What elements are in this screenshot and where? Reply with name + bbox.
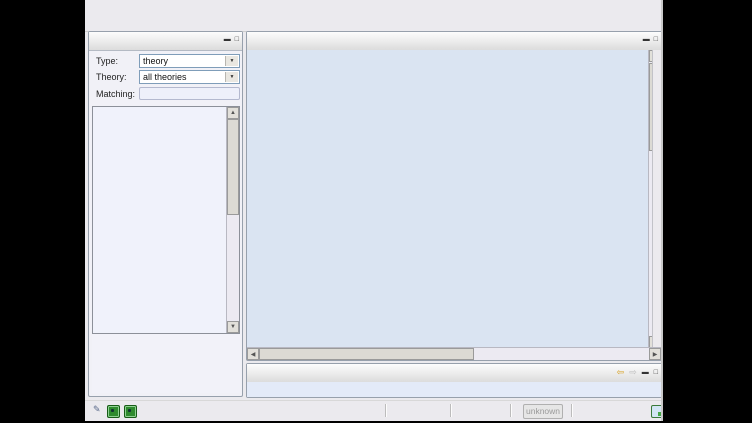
pen-icon: ✎: [93, 404, 101, 415]
editor-view: ▬ □ ▲ ▼ ◀ ▶: [246, 31, 662, 361]
type-label: Type:: [96, 56, 118, 66]
chevron-down-icon[interactable]: ▼: [225, 72, 238, 82]
editor-tab-row: [247, 32, 661, 51]
status-bar: ✎ unknown: [85, 400, 661, 421]
statusbar-divider: [385, 404, 386, 417]
forward-arrow-icon: ⇨: [629, 367, 637, 378]
maximize-icon[interactable]: □: [654, 36, 658, 43]
statusbar-divider: [571, 404, 572, 417]
statusbar-divider: [450, 404, 451, 417]
eclipse-proof-general-window: ▬ □ Type: theory ▼ Theory: all theories …: [85, 0, 663, 421]
sidebar-tab-row: [89, 32, 242, 51]
minimize-icon[interactable]: ▬: [224, 36, 231, 43]
scrollbar-thumb[interactable]: [259, 348, 474, 360]
theory-dropdown[interactable]: all theories ▼: [139, 70, 240, 84]
overview-ruler: [652, 50, 661, 348]
scroll-up-icon[interactable]: ▲: [227, 107, 239, 119]
menu-bar: [85, 0, 661, 14]
main-toolbar: [85, 14, 661, 32]
console-icon[interactable]: [651, 405, 663, 418]
scrollbar-thumb[interactable]: [227, 119, 239, 215]
theory-listbox[interactable]: ▲ ▼: [92, 106, 240, 334]
scroll-down-icon[interactable]: ▼: [227, 321, 239, 333]
prover-output-content: [247, 382, 661, 397]
proof-objects-view: ▬ □ Type: theory ▼ Theory: all theories …: [88, 31, 243, 397]
editor-area[interactable]: ▲ ▼: [247, 50, 661, 348]
statusbar-divider: [510, 404, 511, 417]
theory-label: Theory:: [96, 72, 127, 82]
sidebar-empty-area: [92, 334, 240, 393]
chevron-down-icon[interactable]: ▼: [225, 56, 238, 66]
prover-view-buttons: ⇦ ⇨ ▬ □: [617, 367, 658, 378]
maximize-icon[interactable]: □: [654, 369, 658, 376]
list-scrollbar[interactable]: ▲ ▼: [226, 107, 239, 333]
type-dropdown[interactable]: theory ▼: [139, 54, 240, 68]
pg-status-icon: [107, 405, 120, 418]
editor-hscrollbar[interactable]: ◀ ▶: [247, 347, 661, 360]
status-unknown-badge: unknown: [523, 404, 563, 419]
scroll-left-icon[interactable]: ◀: [247, 348, 259, 360]
prover-tab-row: [247, 364, 661, 383]
sidebar-view-buttons: ▬ □: [224, 36, 239, 43]
minimize-icon[interactable]: ▬: [642, 369, 649, 376]
back-arrow-icon[interactable]: ⇦: [617, 367, 625, 378]
matching-input[interactable]: [139, 87, 240, 100]
theory-value: all theories: [143, 72, 187, 82]
pg-status-icon: [124, 405, 137, 418]
minimize-icon[interactable]: ▬: [643, 36, 650, 43]
prover-output-view: ⇦ ⇨ ▬ □: [246, 363, 662, 398]
code-text[interactable]: [247, 50, 640, 348]
type-value: theory: [143, 56, 168, 66]
maximize-icon[interactable]: □: [235, 36, 239, 43]
scroll-right-icon[interactable]: ▶: [649, 348, 661, 360]
matching-label: Matching:: [96, 89, 135, 99]
editor-view-buttons: ▬ □: [643, 36, 658, 43]
